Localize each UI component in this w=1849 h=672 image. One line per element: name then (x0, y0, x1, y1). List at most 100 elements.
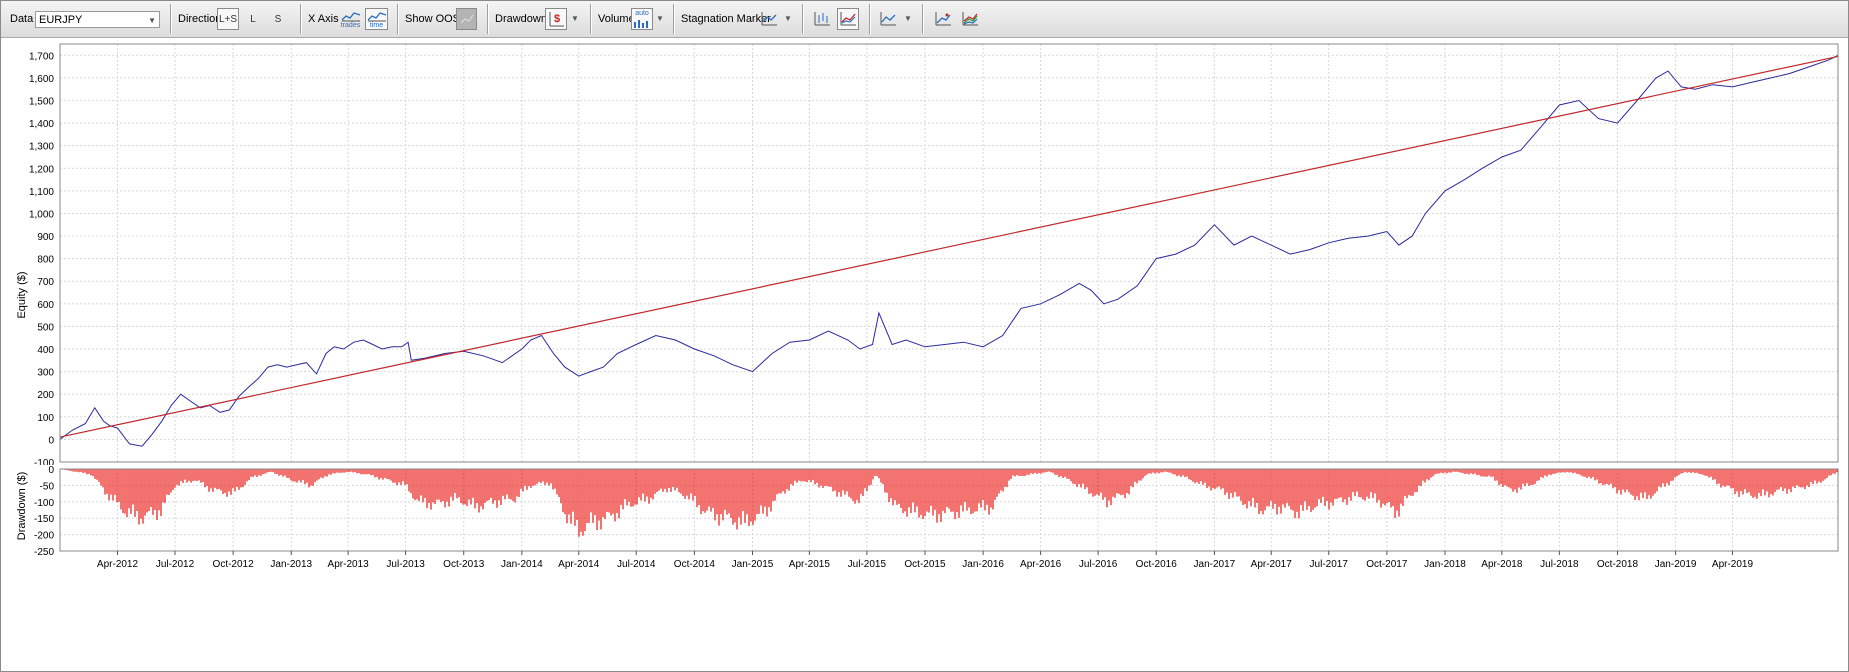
toolbar-separator (922, 4, 923, 34)
oos-chart-icon (460, 14, 474, 24)
equity-y-tick-label: 1,700 (29, 51, 54, 62)
x-tick-label: Jan-2015 (732, 559, 774, 570)
equity-y-tick-label: 400 (37, 345, 54, 356)
equity-y-tick-label: 100 (37, 413, 54, 424)
xaxis-time-text: time (369, 21, 384, 29)
data-select-value: EURJPY (39, 14, 83, 26)
xaxis-time-button[interactable]: time (365, 8, 388, 30)
x-tick-label: Jan-2014 (501, 559, 543, 570)
drawdown-y-tick-label: -150 (34, 514, 54, 525)
x-tick-label: Jan-2016 (962, 559, 1004, 570)
x-tick-label: Apr-2016 (1020, 559, 1062, 570)
toolbar-separator (673, 4, 674, 34)
compare-chart-button[interactable] (932, 8, 954, 30)
x-tick-label: Oct-2013 (443, 559, 485, 570)
x-tick-label: Oct-2014 (674, 559, 716, 570)
equity-series (59, 54, 1839, 447)
equity-y-tick-label: 0 (48, 435, 54, 446)
equity-y-tick-label: 700 (37, 277, 54, 288)
x-tick-label: Apr-2017 (1251, 559, 1293, 570)
x-tick-label: Jul-2012 (156, 559, 195, 570)
xaxis-trades-button[interactable]: trades (339, 8, 362, 30)
equity-y-tick-label: 500 (37, 322, 54, 333)
equity-y-axis: -100 0 100 200 300 400 500 600 700 800 900 1,000 1,1… (29, 51, 54, 465)
multi-series-button[interactable] (959, 8, 981, 30)
direction-label: Direction (178, 13, 222, 25)
toolbar-separator (397, 4, 398, 34)
x-tick-label: Oct-2015 (904, 559, 946, 570)
x-tick-label: Jul-2014 (617, 559, 656, 570)
multi-series-icon (962, 12, 978, 26)
app-frame: Data EURJPY ▼ Direction L+S L S X Axis t… (0, 0, 1849, 672)
x-tick-label: Jul-2015 (848, 559, 887, 570)
x-tick-label: Oct-2016 (1136, 559, 1178, 570)
equity-y-tick-label: 1,600 (29, 74, 54, 85)
chart-toolbar: Data EURJPY ▼ Direction L+S L S X Axis t… (1, 1, 1848, 38)
direction-s-button[interactable]: S (269, 8, 287, 30)
equity-chart-button[interactable] (837, 8, 859, 30)
ohlc-chart-icon (814, 12, 830, 26)
drawdown-dollar-icon: $ (549, 12, 564, 27)
x-tick-label: Jan-2017 (1194, 559, 1236, 570)
volume-bars-icon (634, 20, 648, 28)
equity-grid (60, 44, 1838, 463)
drawdown-y-axis-label: Drawdown ($) (16, 472, 28, 540)
data-select[interactable]: EURJPY ▼ (35, 11, 160, 28)
toolbar-separator (170, 4, 171, 34)
equity-y-tick-label: 1,000 (29, 209, 54, 220)
x-tick-label: Apr-2018 (1481, 559, 1523, 570)
equity-y-axis-label: Equity ($) (16, 271, 28, 318)
drawdown-y-tick-label: -200 (34, 531, 54, 542)
equity-plot-frame (59, 43, 1839, 463)
volume-auto-text: auto (635, 10, 649, 17)
x-tick-label: Jan-2019 (1655, 559, 1697, 570)
equity-y-tick-label: 600 (37, 300, 54, 311)
show-oos-toggle[interactable] (456, 8, 477, 30)
stagnation-button[interactable] (758, 8, 780, 30)
x-tick-label: Jul-2016 (1079, 559, 1118, 570)
xaxis-trades-text: trades (340, 21, 361, 29)
drawdown-label: Drawdown (495, 13, 547, 25)
drawdown-y-axis: 0 -50 -100 -150 -200 -250 (34, 465, 54, 558)
stagnation-chart-icon (761, 12, 777, 26)
x-tick-label: Oct-2012 (213, 559, 255, 570)
stagnation-dropdown-arrow[interactable]: ▼ (784, 14, 792, 23)
drawdown-button[interactable]: $ (545, 8, 567, 30)
volume-dropdown-arrow[interactable]: ▼ (656, 14, 664, 23)
x-tick-label: Oct-2018 (1597, 559, 1639, 570)
volume-button[interactable]: auto (631, 8, 653, 30)
x-tick-label: Jan-2018 (1424, 559, 1466, 570)
data-label: Data (10, 13, 34, 25)
drawdown-dropdown-arrow[interactable]: ▼ (571, 14, 579, 23)
x-tick-label: Apr-2012 (97, 559, 139, 570)
direction-ls-button[interactable]: L+S (217, 8, 239, 30)
line-chart-icon (367, 11, 386, 21)
x-tick-label: Oct-2017 (1366, 559, 1408, 570)
x-tick-label: Jul-2018 (1540, 559, 1579, 570)
toolbar-separator (802, 4, 803, 34)
toolbar-separator (487, 4, 488, 34)
x-tick-label: Apr-2013 (328, 559, 370, 570)
equity-y-tick-label: 1,400 (29, 119, 54, 130)
line-style-dropdown-arrow[interactable]: ▼ (904, 14, 912, 23)
x-tick-label: Jan-2013 (270, 559, 312, 570)
compare-chart-icon (935, 12, 951, 26)
ohlc-chart-button[interactable] (811, 8, 833, 30)
line-chart-icon (880, 12, 896, 26)
toolbar-separator (590, 4, 591, 34)
equity-y-tick-label: 300 (37, 368, 54, 379)
drawdown-y-tick-label: -100 (34, 498, 54, 509)
direction-l-button[interactable]: L (244, 8, 262, 30)
line-style-button[interactable] (877, 8, 899, 30)
drawdown-chart: 0 -50 -100 -150 -200 -250 Drawdown ($) Apr-20… (16, 465, 1839, 570)
x-tick-label: Jul-2017 (1310, 559, 1349, 570)
line-chart-icon (341, 11, 360, 21)
drawdown-y-tick-label: -250 (34, 547, 54, 558)
drawdown-y-tick-label: -50 (40, 481, 55, 492)
equity-y-tick-label: 800 (37, 255, 54, 266)
drawdown-series (64, 469, 1838, 537)
show-oos-label: Show OOS (405, 13, 461, 25)
equity-y-tick-label: 200 (37, 390, 54, 401)
toolbar-separator (869, 4, 870, 34)
x-tick-label: Jul-2013 (386, 559, 425, 570)
